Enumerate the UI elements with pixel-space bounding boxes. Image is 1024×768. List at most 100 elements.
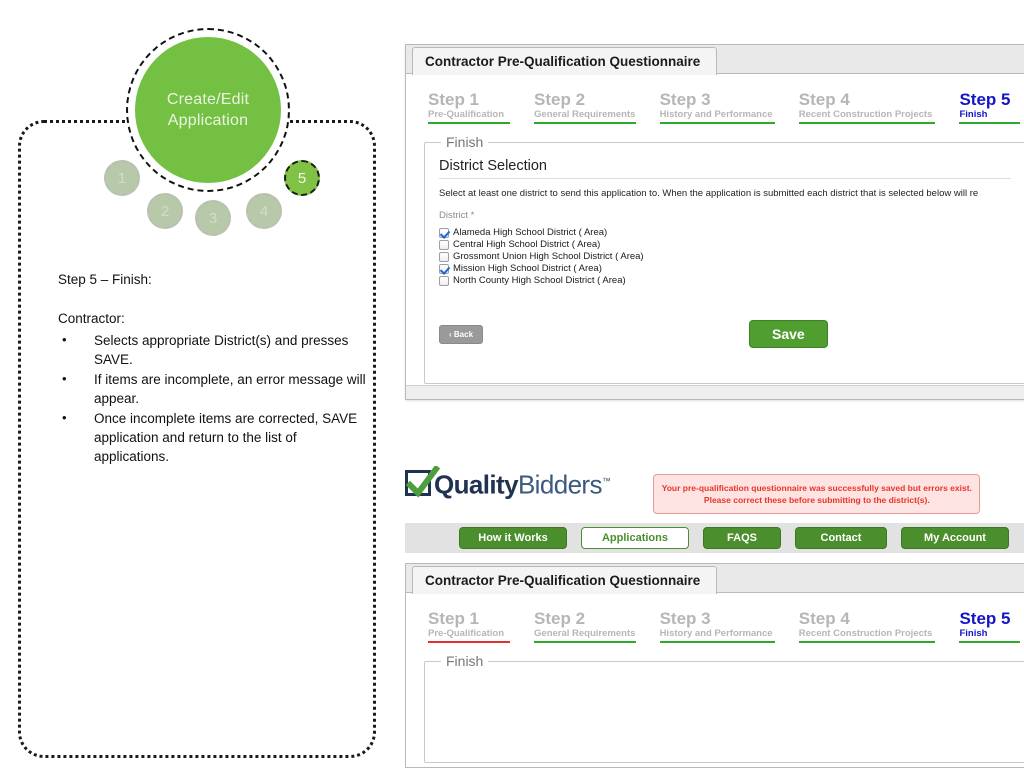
nav-faqs[interactable]: FAQS bbox=[703, 527, 781, 549]
district-label: Grossmont Union High School District ( A… bbox=[453, 251, 644, 262]
main-navigation-bar: How it Works Applications FAQS Contact M… bbox=[405, 523, 1024, 553]
step-navigation: Step 1 Pre-Qualification Step 2 General … bbox=[406, 593, 1024, 643]
trademark-icon: ™ bbox=[601, 476, 611, 486]
step-nav-item-4[interactable]: Step 4 Recent Construction Projects bbox=[798, 90, 936, 124]
step-dot-4-label: 4 bbox=[259, 202, 269, 220]
step-nav-item-3[interactable]: Step 3 History and Performance bbox=[659, 90, 775, 124]
district-option-north-county[interactable]: North County High School District ( Area… bbox=[439, 275, 1011, 286]
step-nav-item-2[interactable]: Step 2 General Requirements bbox=[534, 90, 636, 124]
step-status-bar bbox=[428, 122, 511, 124]
step-subtitle: General Requirements bbox=[534, 109, 636, 120]
callout-role: Contractor: bbox=[58, 311, 125, 326]
step-title: Step 4 bbox=[798, 90, 850, 109]
section-title-district-selection: District Selection bbox=[439, 152, 1011, 179]
step-subtitle: History and Performance bbox=[659, 628, 773, 639]
district-label: Central High School District ( Area) bbox=[453, 239, 601, 250]
finish-fieldset: Finish District Selection Select at leas… bbox=[424, 134, 1024, 384]
nav-my-account[interactable]: My Account bbox=[901, 527, 1009, 549]
step-dot-4[interactable]: 4 bbox=[246, 193, 282, 229]
checkbox-icon[interactable] bbox=[439, 239, 449, 250]
finish-fieldset: Finish bbox=[424, 653, 1024, 763]
step-title: Step 5 bbox=[959, 609, 1011, 628]
status-alert-banner: Your pre-qualification questionnaire was… bbox=[653, 474, 981, 514]
step-title: Step 1 bbox=[428, 90, 480, 109]
back-button[interactable]: ‹ Back bbox=[439, 324, 484, 344]
section-description: Select at least one district to send thi… bbox=[439, 188, 979, 199]
logo-text-quality: Quality bbox=[434, 469, 519, 500]
slide-canvas: Create/Edit Application 1 2 3 4 5 Step 5… bbox=[0, 0, 1024, 768]
step-title: Step 5 bbox=[959, 90, 1011, 109]
center-circle: Create/Edit Application bbox=[135, 37, 281, 183]
step-nav-item-4[interactable]: Step 4 Recent Construction Projects bbox=[798, 609, 936, 643]
step-title: Step 4 bbox=[798, 609, 850, 628]
alert-line-2: Please correct these before submitting t… bbox=[703, 495, 930, 505]
step-subtitle: Recent Construction Projects bbox=[798, 109, 933, 120]
list-item: Selects appropriate District(s) and pres… bbox=[58, 330, 368, 369]
save-button[interactable]: Save bbox=[749, 320, 828, 348]
site-header: QualityBidders™ Your pre-qualification q… bbox=[405, 465, 1024, 553]
district-field-label: District * bbox=[439, 210, 475, 221]
step-nav-item-1[interactable]: Step 1 Pre-Qualification bbox=[428, 609, 511, 643]
form-button-row: ‹ Back Save bbox=[439, 320, 1011, 348]
step-dot-2[interactable]: 2 bbox=[147, 193, 183, 229]
district-option-mission[interactable]: Mission High School District ( Area) bbox=[439, 263, 1011, 274]
center-label-line1: Create/Edit bbox=[166, 91, 250, 108]
top-panel-body: Step 1 Pre-Qualification Step 2 General … bbox=[406, 74, 1024, 384]
step-subtitle: General Requirements bbox=[534, 628, 636, 639]
process-diagram: Create/Edit Application 1 2 3 4 5 bbox=[100, 20, 330, 245]
tab-contractor-questionnaire[interactable]: Contractor Pre-Qualification Questionnai… bbox=[412, 566, 718, 594]
qualitybidders-logo[interactable]: QualityBidders™ bbox=[405, 465, 611, 500]
district-option-central[interactable]: Central High School District ( Area) bbox=[439, 239, 1011, 250]
step-subtitle: History and Performance bbox=[659, 109, 773, 120]
step-status-bar bbox=[659, 122, 775, 124]
checkbox-icon[interactable] bbox=[439, 251, 449, 262]
checkbox-checked-icon[interactable] bbox=[439, 227, 449, 238]
step-status-bar-error bbox=[428, 641, 511, 643]
step-subtitle: Finish bbox=[959, 109, 988, 120]
bottom-panel-body: Step 1 Pre-Qualification Step 2 General … bbox=[406, 593, 1024, 763]
alert-line-1: Your pre-qualification questionnaire was… bbox=[661, 483, 972, 493]
district-option-alameda[interactable]: Alameda High School District ( Area) bbox=[439, 227, 1011, 238]
district-checkbox-list: Alameda High School District ( Area) Cen… bbox=[439, 227, 1011, 286]
bottom-questionnaire-panel: Contractor Pre-Qualification Questionnai… bbox=[405, 563, 1024, 768]
step-navigation: Step 1 Pre-Qualification Step 2 General … bbox=[406, 74, 1024, 124]
site-header-top: QualityBidders™ Your pre-qualification q… bbox=[405, 465, 1024, 518]
step-nav-item-5[interactable]: Step 5 Finish bbox=[959, 90, 1020, 124]
checkbox-checked-icon[interactable] bbox=[439, 263, 449, 274]
step-dot-5[interactable]: 5 bbox=[284, 160, 320, 196]
nav-applications[interactable]: Applications bbox=[581, 527, 689, 549]
step-title: Step 3 bbox=[659, 609, 711, 628]
step-status-bar bbox=[798, 122, 936, 124]
nav-how-it-works[interactable]: How it Works bbox=[459, 527, 567, 549]
step-status-bar bbox=[959, 122, 1020, 124]
district-label: Alameda High School District ( Area) bbox=[453, 227, 608, 238]
step-nav-item-5[interactable]: Step 5 Finish bbox=[959, 609, 1020, 643]
district-option-grossmont[interactable]: Grossmont Union High School District ( A… bbox=[439, 251, 1011, 262]
step-dot-1[interactable]: 1 bbox=[104, 160, 140, 196]
step-nav-item-1[interactable]: Step 1 Pre-Qualification bbox=[428, 90, 511, 124]
step-nav-item-2[interactable]: Step 2 General Requirements bbox=[534, 609, 636, 643]
step-nav-item-3[interactable]: Step 3 History and Performance bbox=[659, 609, 775, 643]
logo-wordmark: QualityBidders™ bbox=[434, 468, 611, 500]
top-questionnaire-panel: Contractor Pre-Qualification Questionnai… bbox=[405, 44, 1024, 400]
step-dot-1-label: 1 bbox=[117, 169, 127, 187]
fieldset-legend: Finish bbox=[446, 653, 484, 669]
browser-tabstrip: Contractor Pre-Qualification Questionnai… bbox=[406, 564, 1024, 594]
panel-footer-bar bbox=[406, 385, 1024, 399]
callout-heading: Step 5 – Finish: bbox=[58, 272, 152, 287]
step-dot-5-label: 5 bbox=[297, 169, 307, 187]
step-dot-3[interactable]: 3 bbox=[195, 200, 231, 236]
step-status-bar bbox=[534, 122, 636, 124]
browser-tabstrip: Contractor Pre-Qualification Questionnai… bbox=[406, 45, 1024, 75]
checkbox-icon[interactable] bbox=[439, 275, 449, 286]
step-status-bar bbox=[798, 641, 936, 643]
step-subtitle: Pre-Qualification bbox=[428, 109, 505, 120]
fieldset-legend: Finish bbox=[446, 134, 484, 150]
center-label-line2: Application bbox=[167, 112, 249, 129]
district-label: North County High School District ( Area… bbox=[453, 275, 626, 286]
tab-contractor-questionnaire[interactable]: Contractor Pre-Qualification Questionnai… bbox=[412, 47, 718, 75]
step-subtitle: Recent Construction Projects bbox=[798, 628, 933, 639]
list-item: Once incomplete items are corrected, SAV… bbox=[58, 408, 368, 466]
nav-contact[interactable]: Contact bbox=[795, 527, 887, 549]
step-title: Step 3 bbox=[659, 90, 711, 109]
